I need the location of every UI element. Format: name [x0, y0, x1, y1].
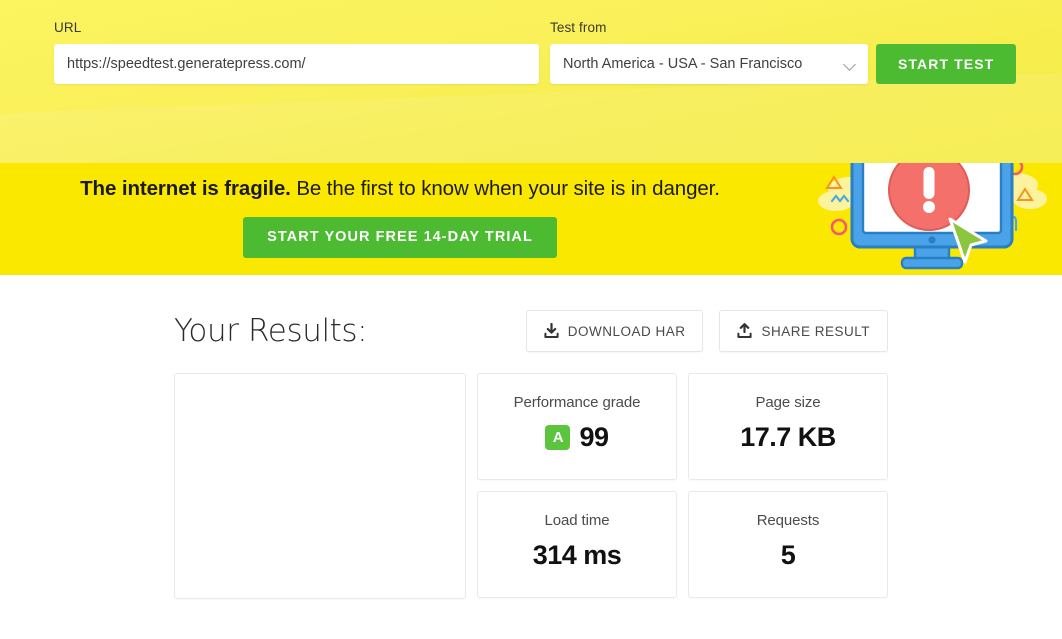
- share-result-button[interactable]: SHARE RESULT: [719, 310, 888, 352]
- grade-badge: A: [545, 424, 571, 450]
- test-from-select[interactable]: North America - USA - San Francisco: [550, 44, 868, 84]
- results-cards: Performance grade A 99 Page size 17.7 KB…: [174, 373, 888, 599]
- url-label: URL: [54, 20, 82, 35]
- page-title: Your Results:: [174, 313, 368, 349]
- results-section: Your Results: DOWNLOAD HAR SHARE RESULT …: [0, 275, 1062, 639]
- results-header: Your Results: DOWNLOAD HAR SHARE RESULT: [174, 305, 888, 357]
- promo-headline-bold: The internet is fragile.: [80, 177, 291, 200]
- download-tray-icon: [544, 323, 559, 338]
- test-from-selected-value: North America - USA - San Francisco: [550, 44, 868, 84]
- promo-headline-rest: Be the first to know when your site is i…: [290, 177, 720, 200]
- share-result-label: SHARE RESULT: [761, 323, 870, 339]
- stat-cards-column: Performance grade A 99 Page size 17.7 KB…: [477, 373, 888, 599]
- waterfall-chart-card: [174, 373, 466, 599]
- test-form: URL Test from North America - USA - San …: [0, 0, 1062, 84]
- start-free-trial-button[interactable]: START YOUR FREE 14-DAY TRIAL: [243, 217, 557, 258]
- url-field-group: URL: [54, 20, 539, 84]
- stat-row-top: Performance grade A 99 Page size 17.7 KB: [477, 373, 888, 480]
- download-har-label: DOWNLOAD HAR: [567, 323, 686, 339]
- requests-card: Requests 5: [688, 491, 888, 598]
- page-size-value: 17.7 KB: [740, 422, 836, 452]
- promo-headline: The internet is fragile. Be the first to…: [0, 176, 800, 202]
- promo-banner-content: The internet is fragile. Be the first to…: [0, 163, 800, 275]
- load-time-card: Load time 314 ms: [477, 491, 677, 598]
- requests-value: 5: [780, 540, 796, 570]
- load-time-label: Load time: [544, 512, 610, 529]
- performance-grade-label: Performance grade: [513, 394, 641, 411]
- load-time-value: 314 ms: [532, 540, 622, 570]
- performance-grade-card: Performance grade A 99: [477, 373, 677, 480]
- page-size-card: Page size 17.7 KB: [688, 373, 888, 480]
- monitor-alert-cursor-illustration: [818, 163, 1047, 270]
- results-container: Your Results: DOWNLOAD HAR SHARE RESULT …: [174, 305, 888, 599]
- test-from-label: Test from: [550, 20, 607, 35]
- page-size-label: Page size: [755, 394, 821, 411]
- results-actions: DOWNLOAD HAR SHARE RESULT: [525, 310, 888, 352]
- promo-banner: The internet is fragile. Be the first to…: [0, 163, 1062, 275]
- stat-row-bottom: Load time 314 ms Requests 5: [477, 491, 888, 598]
- speed-test-form-bar: URL Test from North America - USA - San …: [0, 0, 1062, 163]
- url-input[interactable]: [54, 44, 539, 84]
- upload-tray-icon: [737, 323, 753, 338]
- download-har-button[interactable]: DOWNLOAD HAR: [525, 310, 704, 352]
- performance-grade-value-group: A 99: [545, 421, 609, 453]
- start-test-button[interactable]: START TEST: [876, 44, 1017, 84]
- performance-grade-value: 99: [579, 422, 609, 452]
- requests-label: Requests: [756, 512, 820, 529]
- location-field-group: Test from North America - USA - San Fran…: [550, 20, 868, 84]
